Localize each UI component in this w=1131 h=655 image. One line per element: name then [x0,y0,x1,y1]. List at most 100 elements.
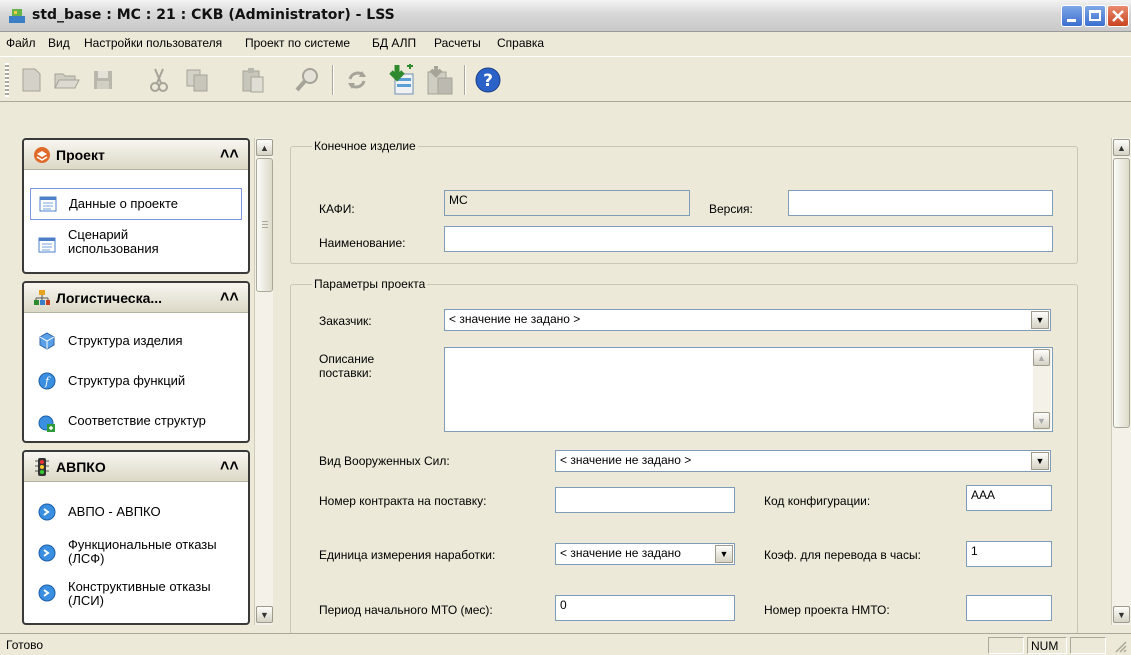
menu-db-alp[interactable]: БД АЛП [370,36,418,50]
cut-icon [150,68,168,92]
scroll-thumb[interactable] [1113,158,1130,428]
nav-item-label: Конструктивные отказы (ЛСИ) [68,579,211,608]
refresh-button[interactable] [340,63,374,97]
nav-item-label: АВПО - АВПКО [68,504,161,519]
scroll-down-button[interactable]: ▼ [1113,606,1130,623]
menu-system-project[interactable]: Проект по системе [243,36,352,50]
customer-value: < значение не задано > [449,312,581,326]
menu-calculations[interactable]: Расчеты [432,36,483,50]
scroll-thumb[interactable] [256,158,273,292]
delivery-desc-label: Описание поставки: [319,352,375,380]
copy-button[interactable] [180,63,214,97]
cut-button[interactable] [142,63,176,97]
group-header[interactable]: Логистическа... ˄˄ [24,283,248,313]
scroll-down-button[interactable]: ▼ [256,606,273,623]
scroll-up-button[interactable]: ▲ [256,139,273,156]
group-project: Проект ˄˄ Данные о проекте Сценарий испо… [22,138,250,274]
unit-select[interactable]: < значение не задано ▼ [555,543,735,565]
paste-button[interactable] [236,63,270,97]
form-scrollbar[interactable]: ▲ ▼ [1111,138,1131,625]
config-code-field[interactable]: AAA [966,485,1052,511]
scroll-up-button[interactable]: ▲ [1033,349,1050,366]
textarea-scrollbar[interactable]: ▲ ▼ [1033,349,1051,430]
function-icon: f [38,372,56,390]
collapse-icon[interactable]: ˄˄ [220,146,239,164]
form-icon [39,196,57,212]
armed-forces-value: < значение не задано > [560,453,692,467]
close-button[interactable] [1107,5,1129,27]
customer-select[interactable]: < значение не задано > ▼ [444,309,1051,331]
contract-field[interactable] [555,487,735,513]
nav-item-structural-failures[interactable]: Конструктивные отказы (ЛСИ) [30,574,242,614]
help-button[interactable]: ? [471,63,505,97]
copy-icon [186,69,208,92]
nav-item-product-structure[interactable]: Структура изделия [30,325,242,357]
import-icon [389,64,414,95]
toolbar-separator [464,65,466,95]
toolbar-gripper[interactable] [5,63,9,97]
save-button[interactable] [86,63,120,97]
export-icon [427,66,453,95]
menu-view[interactable]: Вид [46,36,72,50]
collapse-icon[interactable]: ˄˄ [220,458,239,476]
group-title: Логистическа... [56,290,163,306]
nav-item-function-structure[interactable]: f Структура функций [30,365,242,397]
status-pane-num: NUM [1027,637,1067,654]
coef-label: Коэф. для перевода в часы: [764,548,921,562]
open-button[interactable] [50,63,84,97]
group-logistics: Логистическа... ˄˄ Структура изделия f С… [22,281,250,443]
period-field[interactable]: 0 [555,595,735,621]
minimize-button[interactable] [1061,5,1083,27]
nav-item-functional-failures[interactable]: Функциональные отказы (ЛСФ) [30,532,242,572]
version-label: Версия: [709,202,753,216]
chevron-down-icon[interactable]: ▼ [1031,452,1049,470]
nav-scrollbar[interactable]: ▲ ▼ [254,138,273,625]
unit-label: Единица измерения наработки: [319,548,496,562]
nav-item-project-data[interactable]: Данные о проекте [30,188,242,220]
find-button[interactable] [290,63,324,97]
menu-user-settings[interactable]: Настройки пользователя [82,36,224,50]
chevron-down-icon[interactable]: ▼ [1031,311,1049,329]
version-field[interactable] [788,190,1053,216]
arrow-circle-icon [38,544,56,562]
customer-label: Заказчик: [319,314,372,328]
scroll-down-button[interactable]: ▼ [1033,412,1050,429]
app-icon [9,9,25,23]
scroll-up-button[interactable]: ▲ [1113,139,1130,156]
status-bar: Готово NUM [0,633,1131,655]
status-text: Готово [6,638,44,652]
toolbar: ? [0,56,1131,102]
export-button[interactable] [422,63,456,97]
group-header[interactable]: АВПКО ˄˄ [24,452,248,482]
delivery-desc-field[interactable] [444,347,1053,432]
nav-item-usage-scenario[interactable]: Сценарий использования [30,224,242,260]
name-field[interactable] [444,226,1053,252]
save-icon [94,71,112,89]
menu-help[interactable]: Справка [495,36,546,50]
group-avpko: АВПКО ˄˄ АВПО - АВПКО Функциональные отк… [22,450,250,625]
help-icon: ? [475,67,501,93]
maximize-button[interactable] [1084,5,1106,27]
new-button[interactable] [14,63,48,97]
menu-file[interactable]: Файл [4,36,38,50]
resize-grip-icon[interactable] [1113,639,1127,653]
nav-item-structure-mapping[interactable]: Соответствие структур [30,403,242,439]
new-icon [22,68,41,92]
nmto-field[interactable] [966,595,1052,621]
section-legend: Конечное изделие [312,139,418,153]
title-bar: std_base : MC : 21 : СКВ (Administrator)… [0,0,1131,32]
window-title: std_base : MC : 21 : СКВ (Administrator)… [32,7,395,23]
logistics-icon [34,290,50,305]
contract-label: Номер контракта на поставку: [319,494,487,508]
status-pane-caps [988,637,1024,654]
kafi-field[interactable]: MC [444,190,690,216]
armed-forces-select[interactable]: < значение не задано > ▼ [555,450,1051,472]
chevron-down-icon[interactable]: ▼ [715,545,733,563]
import-button[interactable] [385,63,419,97]
collapse-icon[interactable]: ˄˄ [220,289,239,307]
coef-field[interactable]: 1 [966,541,1052,567]
menu-bar: Файл Вид Настройки пользователя Проект п… [0,33,1131,55]
nav-item-avpo[interactable]: АВПО - АВПКО [30,496,242,528]
group-header[interactable]: Проект ˄˄ [24,140,248,170]
project-form: Конечное изделие КАФИ: MC Версия: Наимен… [283,138,1111,634]
